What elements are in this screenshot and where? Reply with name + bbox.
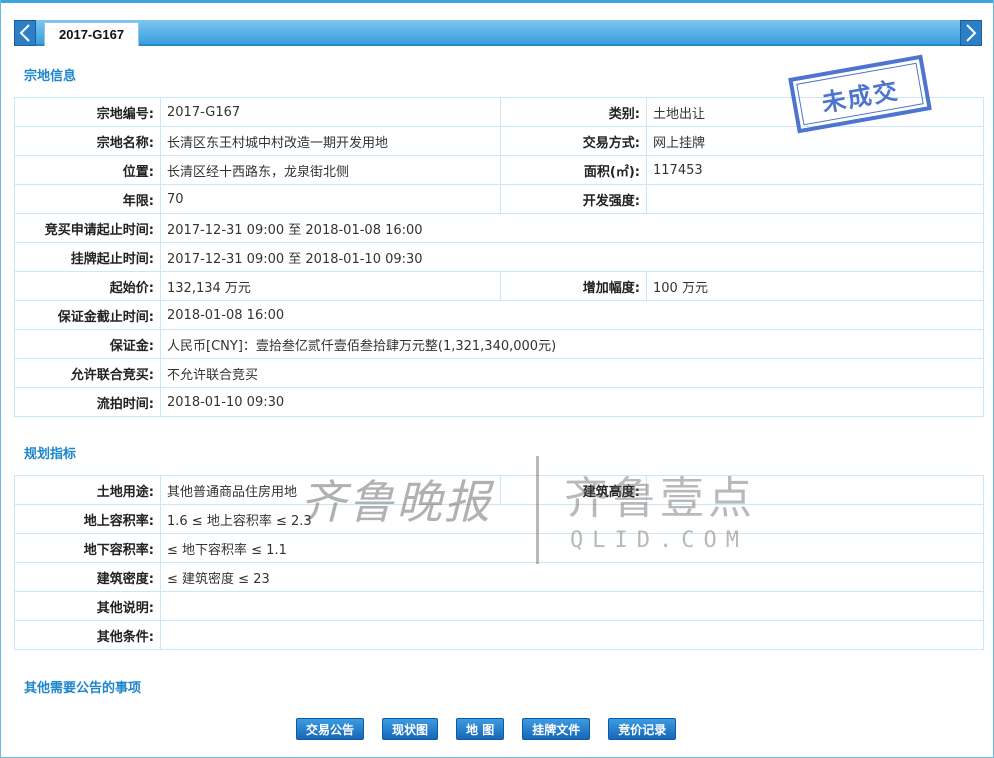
table-row: 建筑密度: ≤ 建筑密度 ≤ 23	[14, 562, 984, 592]
land-info-table: 宗地编号: 2017-G167 类别: 土地出让 宗地名称: 长清区东王村城中村…	[14, 97, 984, 417]
planning-table: 土地用途: 其他普通商品住房用地 建筑高度: 地上容积率: 1.6 ≤ 地上容积…	[14, 475, 984, 650]
value-increment: 100 万元	[646, 271, 984, 301]
value-joint-bid: 不允许联合竞买	[160, 358, 984, 388]
value-listing-period: 2017-12-31 09:00 至 2018-01-10 09:30	[160, 242, 984, 272]
status-map-button[interactable]: 现状图	[382, 718, 439, 740]
table-row: 宗地名称: 长清区东王村城中村改造一期开发用地 交易方式: 网上挂牌	[14, 126, 984, 156]
value-trade-method: 网上挂牌	[646, 126, 984, 156]
label-above-far: 地上容积率:	[14, 504, 161, 534]
table-row: 其他说明:	[14, 591, 984, 621]
label-start-price: 起始价:	[14, 271, 161, 301]
table-row: 保证金截止时间: 2018-01-08 16:00	[14, 300, 984, 330]
label-increment: 增加幅度:	[500, 271, 647, 301]
table-row: 流拍时间: 2018-01-10 09:30	[14, 387, 984, 417]
label-term: 年限:	[14, 184, 161, 214]
table-row: 允许联合竞买: 不允许联合竞买	[14, 358, 984, 388]
section-title-planning: 规划指标	[24, 447, 77, 462]
value-term: 70	[160, 184, 501, 214]
label-location: 位置:	[14, 155, 161, 185]
label-land-code: 宗地编号:	[14, 97, 161, 127]
label-failed-auction-time: 流拍时间:	[14, 387, 161, 417]
bid-records-button[interactable]: 竞价记录	[608, 718, 677, 740]
label-land-name: 宗地名称:	[14, 126, 161, 156]
label-other-notes: 其他说明:	[14, 591, 161, 621]
value-land-code: 2017-G167	[160, 97, 501, 127]
label-deposit-deadline: 保证金截止时间:	[14, 300, 161, 330]
table-row: 保证金: 人民币[CNY]：壹拾叁亿贰仟壹佰叁拾肆万元整(1,321,340,0…	[14, 329, 984, 359]
tab-land-code[interactable]: 2017-G167	[44, 22, 140, 46]
label-category: 类别:	[500, 97, 647, 127]
prev-tab-button[interactable]	[14, 20, 36, 46]
label-apply-period: 竞买申请起止时间:	[14, 213, 161, 243]
value-land-name: 长清区东王村城中村改造一期开发用地	[160, 126, 501, 156]
value-area: 117453	[646, 155, 984, 185]
value-below-far: ≤ 地下容积率 ≤ 1.1	[160, 533, 984, 563]
value-building-density: ≤ 建筑密度 ≤ 23	[160, 562, 984, 592]
value-failed-auction-time: 2018-01-10 09:30	[160, 387, 984, 417]
table-row: 地下容积率: ≤ 地下容积率 ≤ 1.1	[14, 533, 984, 563]
label-deposit: 保证金:	[14, 329, 161, 359]
label-building-height: 建筑高度:	[500, 475, 647, 505]
value-dev-intensity	[646, 184, 984, 214]
value-building-height	[646, 475, 984, 505]
label-listing-period: 挂牌起止时间:	[14, 242, 161, 272]
value-above-far: 1.6 ≤ 地上容积率 ≤ 2.3	[160, 504, 984, 534]
table-row: 其他条件:	[14, 620, 984, 650]
label-other-conditions: 其他条件:	[14, 620, 161, 650]
table-row: 竞买申请起止时间: 2017-12-31 09:00 至 2018-01-08 …	[14, 213, 984, 243]
section-title-land-info: 宗地信息	[24, 69, 77, 84]
chevron-right-icon	[966, 24, 977, 42]
value-location: 长清区经十西路东，龙泉街北侧	[160, 155, 501, 185]
action-button-row: 交易公告 现状图 地 图 挂牌文件 竞价记录	[296, 718, 694, 740]
table-row: 位置: 长清区经十西路东，龙泉街北侧 面积(㎡): 117453	[14, 155, 984, 185]
label-trade-method: 交易方式:	[500, 126, 647, 156]
table-row: 起始价: 132,134 万元 增加幅度: 100 万元	[14, 271, 984, 301]
table-row: 挂牌起止时间: 2017-12-31 09:00 至 2018-01-10 09…	[14, 242, 984, 272]
label-land-use: 土地用途:	[14, 475, 161, 505]
value-other-conditions	[160, 620, 984, 650]
label-below-far: 地下容积率:	[14, 533, 161, 563]
table-row: 土地用途: 其他普通商品住房用地 建筑高度:	[14, 475, 984, 505]
label-joint-bid: 允许联合竞买:	[14, 358, 161, 388]
table-row: 年限: 70 开发强度:	[14, 184, 984, 214]
value-deposit-deadline: 2018-01-08 16:00	[160, 300, 984, 330]
value-deposit: 人民币[CNY]：壹拾叁亿贰仟壹佰叁拾肆万元整(1,321,340,000元)	[160, 329, 984, 359]
table-row: 地上容积率: 1.6 ≤ 地上容积率 ≤ 2.3	[14, 504, 984, 534]
section-title-other-notice: 其他需要公告的事项	[24, 681, 142, 696]
map-button[interactable]: 地 图	[456, 718, 505, 740]
trade-notice-button[interactable]: 交易公告	[296, 718, 365, 740]
chevron-left-icon	[19, 24, 30, 42]
tab-bar: 2017-G167	[14, 20, 982, 46]
label-building-density: 建筑密度:	[14, 562, 161, 592]
value-other-notes	[160, 591, 984, 621]
value-start-price: 132,134 万元	[160, 271, 501, 301]
label-area: 面积(㎡):	[500, 155, 647, 185]
stamp-text: 未成交	[819, 74, 902, 118]
value-apply-period: 2017-12-31 09:00 至 2018-01-08 16:00	[160, 213, 984, 243]
listing-docs-button[interactable]: 挂牌文件	[522, 718, 591, 740]
next-tab-button[interactable]	[960, 20, 982, 46]
label-dev-intensity: 开发强度:	[500, 184, 647, 214]
value-land-use: 其他普通商品住房用地	[160, 475, 501, 505]
